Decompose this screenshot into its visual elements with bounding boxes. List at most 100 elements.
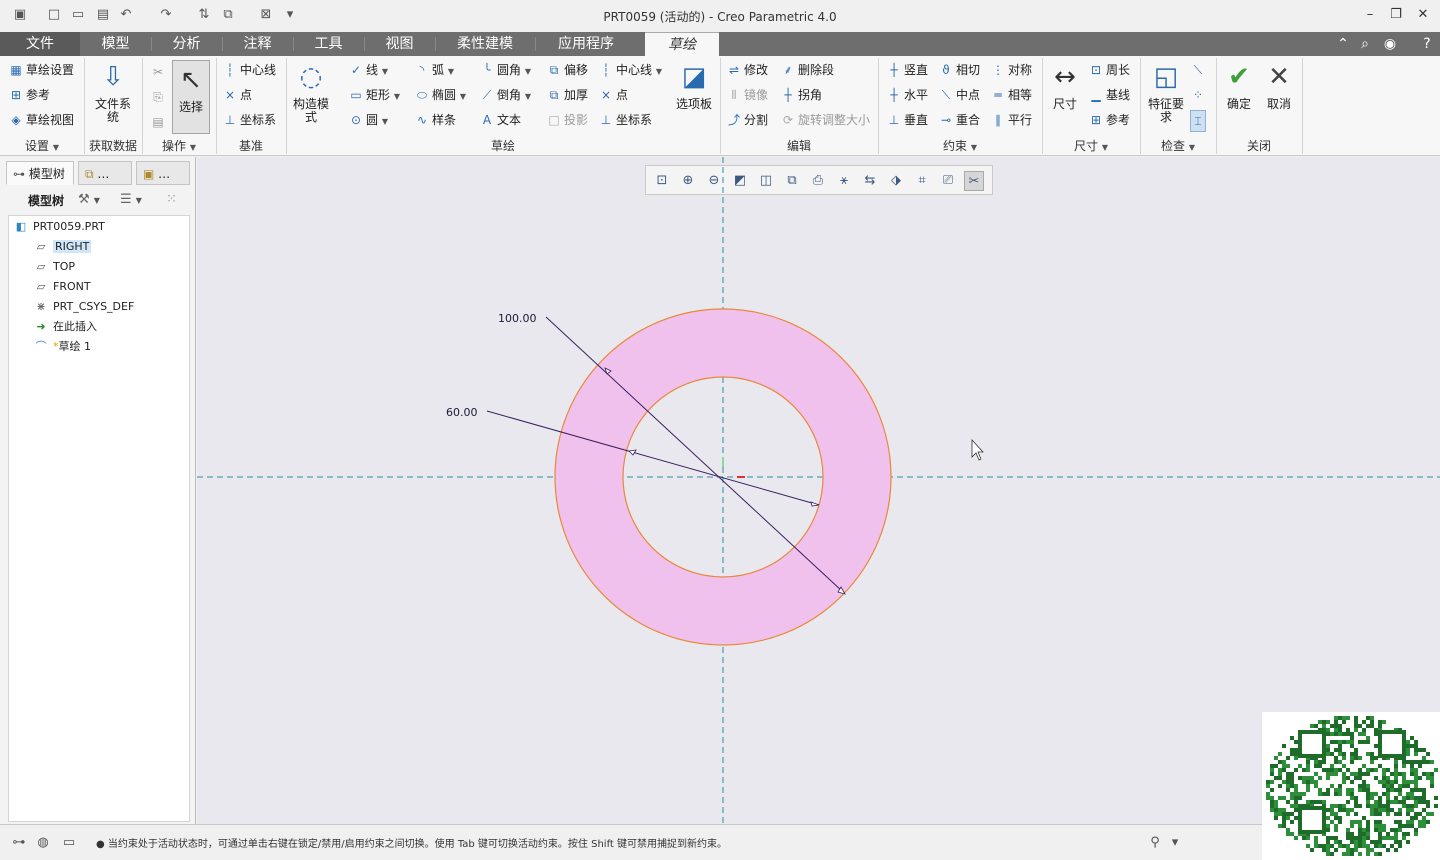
- tree-item-front[interactable]: ▱ FRONT: [33, 277, 91, 297]
- ellipse-button[interactable]: ⬭ 椭圆 ▼: [414, 85, 466, 105]
- highlight-open-ends-button[interactable]: ⁘: [1190, 85, 1208, 105]
- corner-button[interactable]: ┼ 拐角: [780, 85, 822, 105]
- tab-annotate[interactable]: 注释: [222, 32, 293, 56]
- rotate-resize-button[interactable]: ⟳ 旋转调整大小: [780, 110, 870, 130]
- find-icon[interactable]: ⚲: [1146, 834, 1164, 852]
- offset-button[interactable]: ⧉ 偏移: [546, 60, 588, 80]
- reference-dimension-button[interactable]: ⊞ 参考: [1088, 110, 1130, 130]
- help-icon[interactable]: ?: [1418, 35, 1436, 53]
- project-button[interactable]: □ 投影: [546, 110, 588, 130]
- sketch-view-button[interactable]: ◈ 草绘视图: [8, 110, 74, 130]
- feature-requirements-button[interactable]: ◱ 特征要求: [1144, 60, 1188, 124]
- construction-mode-button[interactable]: ◌ 构造模式: [290, 60, 332, 124]
- group-label-setup[interactable]: 设置 ▼: [0, 138, 84, 154]
- sketch-point-button[interactable]: × 点: [598, 85, 628, 105]
- palette-button[interactable]: ◪ 选项板: [672, 60, 716, 111]
- tree-item-top[interactable]: ▱ TOP: [33, 257, 75, 277]
- tab-flexible-modeling[interactable]: 柔性建模: [435, 32, 535, 56]
- datum-csys-button[interactable]: ⊥ 坐标系: [222, 110, 276, 130]
- spline-button[interactable]: ∿ 样条: [414, 110, 456, 130]
- tree-item-right[interactable]: ▱ RIGHT: [33, 237, 92, 257]
- restore-icon[interactable]: ❐: [1386, 6, 1406, 24]
- group-label-inspect[interactable]: 检查 ▼: [1140, 138, 1216, 154]
- show-navigator-icon[interactable]: ⊶: [10, 834, 28, 852]
- baseline-button[interactable]: ▁ 基线: [1088, 85, 1130, 105]
- model-tree: ◧ PRT0059.PRT ▱ RIGHT ▱ TOP ▱ FRONT ⋇ PRT_CSY…: [8, 215, 190, 822]
- tab-favorites[interactable]: ▣ …: [136, 161, 190, 185]
- tab-model-tree[interactable]: ⊶ 模型树: [6, 161, 74, 185]
- sketch-setup-button[interactable]: ▦ 草绘设置: [8, 60, 74, 80]
- datum-point-button[interactable]: × 点: [222, 85, 252, 105]
- search-icon[interactable]: ⌕: [1356, 35, 1374, 53]
- minimize-ribbon-icon[interactable]: ⌃: [1334, 35, 1352, 53]
- cut-button[interactable]: ✂: [150, 62, 168, 82]
- tab-model[interactable]: 模型: [80, 32, 151, 56]
- mirror-button[interactable]: ⫴ 镜像: [726, 85, 768, 105]
- selection-filter-dropdown-icon[interactable]: ▾: [1166, 834, 1184, 852]
- outer-diameter-dimension[interactable]: 100.00: [498, 312, 537, 325]
- tree-item-sketch[interactable]: ⌒ *草绘 1: [33, 337, 92, 357]
- full-screen-icon[interactable]: ▭: [60, 834, 78, 852]
- qr-module: [1318, 792, 1322, 796]
- coincident-constraint-button[interactable]: ⊸ 重合: [938, 110, 980, 130]
- copy-button[interactable]: ⎘: [150, 87, 168, 107]
- tab-applications[interactable]: 应用程序: [535, 32, 637, 56]
- horizontal-constraint-button[interactable]: ┼ 水平: [886, 85, 928, 105]
- midpoint-constraint-button[interactable]: ⟍ 中点: [938, 85, 980, 105]
- tab-file[interactable]: 文件: [0, 32, 80, 56]
- overlapping-geometry-button[interactable]: ⟍: [1190, 60, 1208, 80]
- show-browser-icon[interactable]: ◍: [34, 834, 52, 852]
- minimize-icon[interactable]: –: [1360, 6, 1380, 24]
- references-button[interactable]: ⊞ 参考: [8, 85, 50, 105]
- text-button[interactable]: A 文本: [479, 110, 521, 130]
- tab-tools[interactable]: 工具: [293, 32, 364, 56]
- settings-icon[interactable]: ⚒ ▼: [78, 192, 100, 207]
- tree-item-part[interactable]: ◧ PRT0059.PRT: [13, 217, 105, 237]
- circle-button[interactable]: ⊙ 圆 ▼: [348, 110, 388, 130]
- thicken-button[interactable]: ⧉ 加厚: [546, 85, 588, 105]
- divide-button[interactable]: ⤴ 分割: [726, 110, 768, 130]
- ok-button[interactable]: ✔ 确定: [1220, 60, 1258, 111]
- dimension-button[interactable]: ↔ 尺寸: [1046, 60, 1084, 111]
- tree-item-insert-here[interactable]: ➜ 在此插入: [33, 317, 97, 337]
- modify-button[interactable]: ⇌ 修改: [726, 60, 768, 80]
- rectangle-button[interactable]: ▭ 矩形 ▼: [348, 85, 400, 105]
- perimeter-button[interactable]: ⊡ 周长: [1088, 60, 1130, 80]
- chamfer-button[interactable]: ⟋ 倒角 ▼: [479, 85, 531, 105]
- vertical-constraint-button[interactable]: ┼ 竖直: [886, 60, 928, 80]
- file-system-button[interactable]: ⇩ 文件系统: [90, 60, 136, 124]
- datum-centerline-button[interactable]: ┆ 中心线: [222, 60, 276, 80]
- symmetric-constraint-button[interactable]: ⋮ 对称: [990, 60, 1032, 80]
- group-label-operations[interactable]: 操作 ▼: [142, 138, 216, 154]
- tree-item-csys[interactable]: ⋇ PRT_CSYS_DEF: [33, 297, 134, 317]
- graphics-canvas[interactable]: ⊡ ⊕ ⊖ ◩ ◫ ⧉ ⎙ ⚹ ⇆ ⬗ ⌗ ⎚ ✂ 100.00 60.00: [197, 157, 1440, 824]
- sketch-centerline-button[interactable]: ┆ 中心线 ▼: [598, 60, 662, 80]
- group-label-dimension[interactable]: 尺寸 ▼: [1042, 138, 1140, 154]
- group-label-constrain[interactable]: 约束 ▼: [878, 138, 1042, 154]
- close-icon[interactable]: ✕: [1413, 6, 1433, 24]
- qr-module: [1394, 836, 1398, 840]
- sketch-csys-button[interactable]: ⊥ 坐标系: [598, 110, 652, 130]
- equal-constraint-button[interactable]: ═ 相等: [990, 85, 1032, 105]
- qr-module: [1394, 832, 1398, 836]
- shade-closed-loops-button[interactable]: ⌶: [1190, 110, 1208, 132]
- arc-button[interactable]: ◝ 弧 ▼: [414, 60, 454, 80]
- paste-button[interactable]: ▤: [150, 112, 168, 132]
- tangent-constraint-button[interactable]: ϑ 相切: [938, 60, 980, 80]
- tab-view[interactable]: 视图: [364, 32, 435, 56]
- qr-module: [1406, 812, 1410, 816]
- show-icon[interactable]: ☰ ▼: [120, 192, 142, 207]
- fillet-button[interactable]: ╰ 圆角 ▼: [479, 60, 531, 80]
- community-icon[interactable]: ◉: [1381, 35, 1399, 53]
- inner-diameter-dimension[interactable]: 60.00: [446, 406, 478, 419]
- tab-layers[interactable]: ⧉ …: [78, 161, 132, 185]
- tab-analysis[interactable]: 分析: [151, 32, 222, 56]
- cancel-button[interactable]: ✕ 取消: [1260, 60, 1298, 111]
- select-button[interactable]: ↖ 选择: [172, 60, 210, 134]
- line-button[interactable]: ✓ 线 ▼: [348, 60, 388, 80]
- delete-segment-button[interactable]: ⸙ 删除段: [780, 60, 834, 80]
- perpendicular-constraint-button[interactable]: ⊥ 垂直: [886, 110, 928, 130]
- filter-icon[interactable]: ⁙: [166, 192, 177, 207]
- parallel-constraint-button[interactable]: ∥ 平行: [990, 110, 1032, 130]
- tab-sketch[interactable]: 草绘: [645, 32, 719, 56]
